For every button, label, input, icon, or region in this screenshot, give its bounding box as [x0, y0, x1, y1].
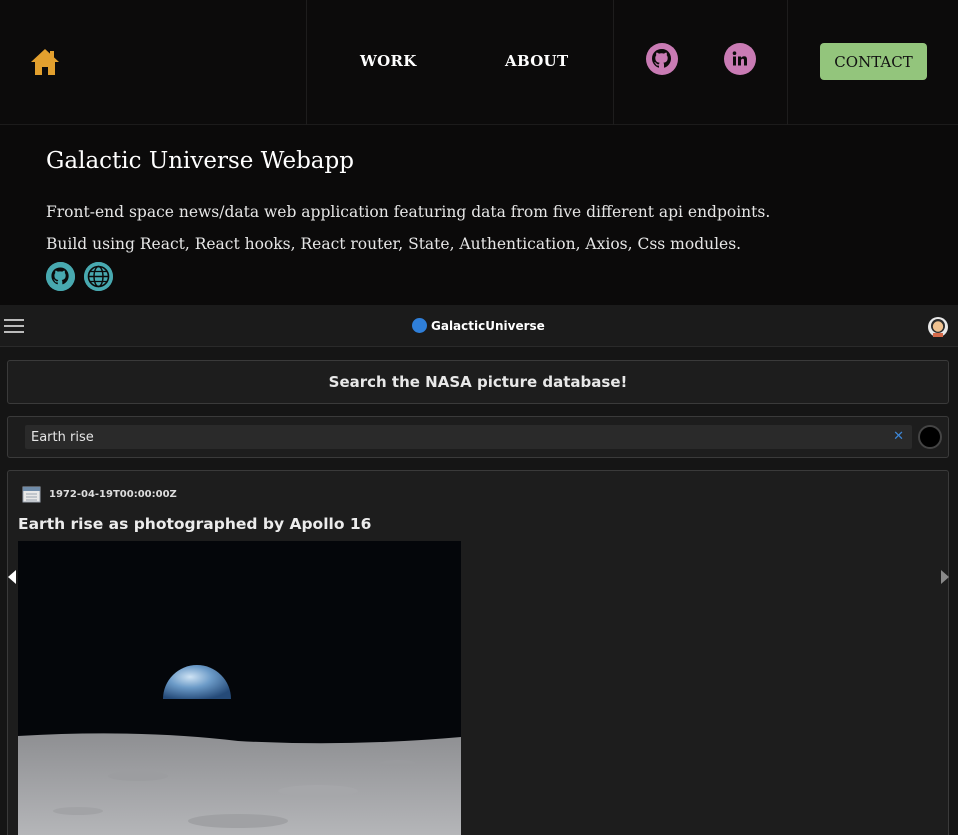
result-date: 1972-04-19T00:00:00Z: [49, 489, 177, 500]
calendar-icon: [22, 486, 41, 503]
prev-arrow-icon[interactable]: [8, 570, 16, 584]
app-brand-label: GalacticUniverse: [431, 318, 545, 333]
next-arrow-icon[interactable]: [941, 570, 949, 584]
nav-divider: [787, 0, 788, 125]
result-meta: 1972-04-19T00:00:00Z: [22, 486, 177, 503]
clear-icon[interactable]: ✕: [893, 429, 904, 444]
result-card: 1972-04-19T00:00:00Z Earth rise as photo…: [7, 470, 949, 835]
contact-button[interactable]: CONTACT: [820, 43, 927, 80]
search-input[interactable]: [25, 425, 885, 449]
app-preview: GalacticUniverse Search the NASA picture…: [0, 305, 958, 835]
project-github-link[interactable]: [46, 262, 75, 291]
nav-divider: [613, 0, 614, 125]
project-tech: Build using React, React hooks, React ro…: [46, 235, 742, 253]
app-header: GalacticUniverse: [0, 305, 958, 347]
result-title: Earth rise as photographed by Apollo 16: [18, 515, 372, 533]
nav-link-work[interactable]: WORK: [360, 52, 417, 70]
home-icon[interactable]: [29, 46, 61, 78]
app-brand[interactable]: GalacticUniverse: [412, 318, 545, 333]
github-icon: [646, 43, 678, 75]
project-title: Galactic Universe Webapp: [46, 148, 354, 174]
galaxy-logo-icon: [412, 318, 427, 333]
earthrise-image: [18, 541, 461, 835]
github-link[interactable]: [646, 43, 678, 75]
github-icon: [46, 262, 75, 291]
astronaut-avatar-icon[interactable]: [927, 316, 949, 338]
earthrise-photo: [18, 541, 461, 835]
nav-divider: [306, 0, 307, 125]
search-title-panel: Search the NASA picture database!: [7, 360, 949, 404]
search-bar: ✕: [7, 416, 949, 458]
search-submit-button[interactable]: [918, 425, 942, 449]
menu-icon[interactable]: [4, 319, 24, 333]
project-website-link[interactable]: [84, 262, 113, 291]
nav-link-about[interactable]: ABOUT: [505, 52, 568, 70]
globe-icon: [84, 262, 113, 291]
top-nav: WORK ABOUT CONTACT: [0, 0, 958, 125]
search-input-wrap: ✕: [25, 425, 912, 449]
linkedin-icon: [732, 51, 747, 66]
search-title: Search the NASA picture database!: [328, 373, 628, 391]
linkedin-link[interactable]: [724, 43, 756, 75]
project-description: Front-end space news/data web applicatio…: [46, 203, 771, 221]
